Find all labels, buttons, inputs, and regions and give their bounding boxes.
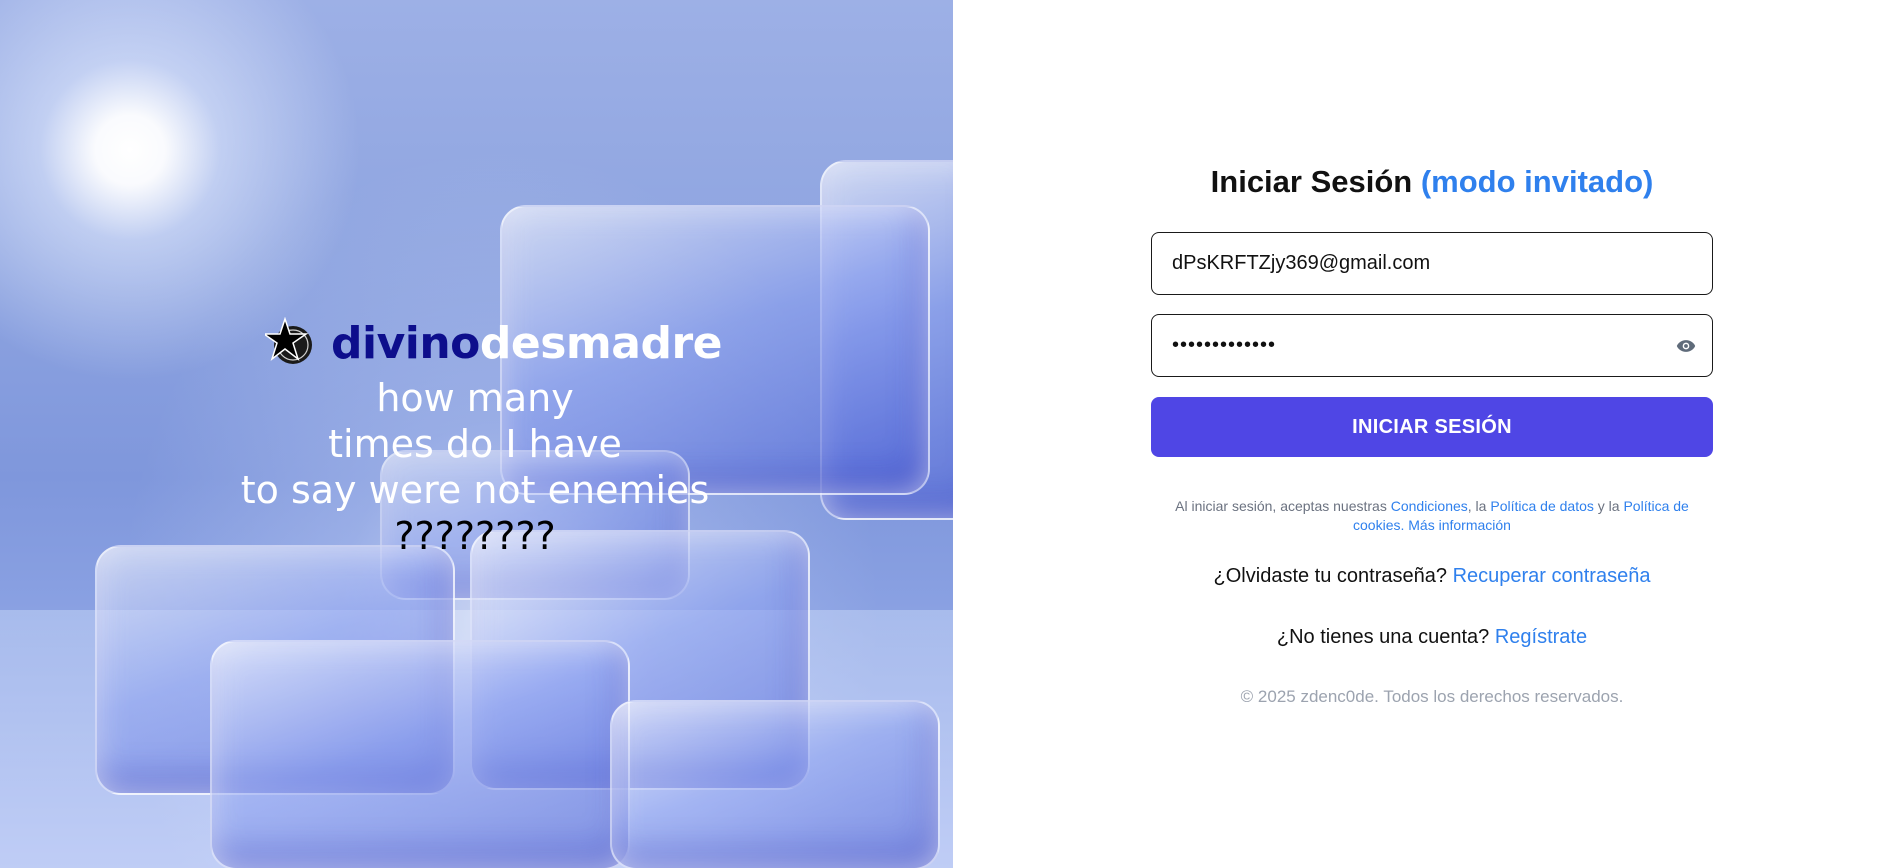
forgot-password-row: ¿Olvidaste tu contraseña? Recuperar cont…: [1151, 565, 1713, 588]
eye-icon[interactable]: [1676, 337, 1696, 355]
tagline-line: how many: [376, 376, 574, 420]
title-text: Iniciar Sesión: [1210, 164, 1413, 199]
more-info-link[interactable]: Más información: [1408, 517, 1511, 533]
register-link[interactable]: Regístrate: [1495, 626, 1587, 648]
login-form: Iniciar Sesión (modo invitado) INICIAR S…: [1151, 160, 1713, 707]
password-field[interactable]: [1172, 334, 1692, 357]
ice-cube: [610, 700, 940, 868]
brand: divinodesmadre: [265, 317, 723, 369]
legal-sep2: y la: [1597, 498, 1620, 514]
email-field-wrapper: [1151, 232, 1713, 295]
forgot-password-text: ¿Olvidaste tu contraseña?: [1213, 565, 1447, 587]
ice-cube: [210, 640, 630, 868]
brand-name-part1: divino: [331, 317, 480, 369]
email-field[interactable]: [1172, 252, 1692, 275]
guest-mode-label: (modo invitado): [1420, 164, 1654, 199]
login-button[interactable]: INICIAR SESIÓN: [1151, 397, 1713, 457]
star-logo-icon: [265, 317, 312, 364]
data-policy-link[interactable]: Política de datos: [1490, 498, 1594, 514]
hero-tagline: how many times do I have to say were not…: [230, 375, 720, 559]
brand-name: divinodesmadre: [331, 317, 723, 369]
register-row: ¿No tienes una cuenta? Regístrate: [1151, 626, 1713, 649]
page-title: Iniciar Sesión (modo invitado): [1151, 160, 1713, 204]
register-text: ¿No tienes una cuenta?: [1276, 626, 1490, 648]
tagline-question: ????????: [394, 514, 556, 558]
tagline-line: to say were not enemies: [240, 468, 710, 512]
tagline-line: times do I have: [328, 422, 622, 466]
brand-name-part2: desmadre: [479, 317, 723, 369]
conditions-link[interactable]: Condiciones: [1391, 498, 1468, 514]
hero-panel: divinodesmadre how many times do I have …: [0, 0, 953, 868]
login-panel: Iniciar Sesión (modo invitado) INICIAR S…: [953, 0, 1903, 868]
password-field-wrapper: [1151, 314, 1713, 377]
legal-notice: Al iniciar sesión, aceptas nuestras Cond…: [1151, 497, 1713, 535]
legal-sep1: , la: [1467, 498, 1487, 514]
recover-password-link[interactable]: Recuperar contraseña: [1453, 565, 1651, 587]
copyright-text: © 2025 zdenc0de. Todos los derechos rese…: [1240, 687, 1624, 706]
legal-prefix: Al iniciar sesión, aceptas nuestras: [1175, 498, 1387, 514]
